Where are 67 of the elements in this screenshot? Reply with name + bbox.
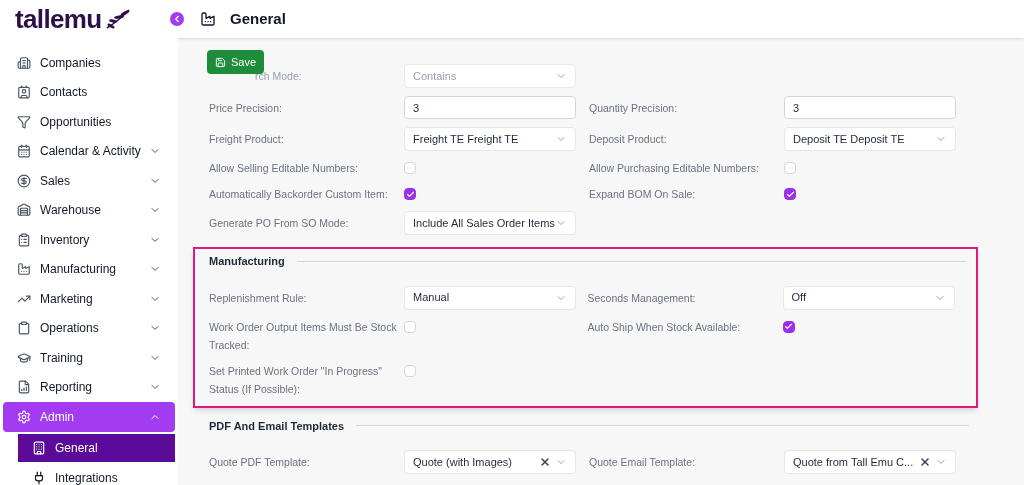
- gear-icon: [17, 409, 31, 424]
- chevron-left-icon: [172, 14, 182, 24]
- field-label: Freight Product:: [209, 132, 285, 147]
- clipboard-icon: [17, 321, 31, 336]
- nav-item[interactable]: Warehouse: [3, 195, 175, 225]
- nav-item[interactable]: Marketing: [3, 284, 175, 314]
- nav-item[interactable]: Contacts: [3, 77, 175, 107]
- logo-text: tallemu: [15, 6, 102, 32]
- filter-icon: [17, 114, 31, 129]
- clear-icon[interactable]: [539, 456, 551, 468]
- field-label: Quantity Precision:: [589, 101, 679, 116]
- nav-subitem[interactable]: Integrations: [18, 463, 175, 485]
- field-label: Quote Email Template:: [589, 455, 697, 470]
- factory-icon: [17, 262, 31, 277]
- save-button[interactable]: Save: [207, 50, 265, 74]
- clear-icon[interactable]: [919, 456, 931, 468]
- graduation-cap-icon: [17, 350, 31, 365]
- list-icon: [17, 232, 31, 247]
- field-label: Automatically Backorder Custom Item:: [209, 187, 389, 202]
- checkbox[interactable]: [784, 188, 796, 200]
- text-field[interactable]: 3: [784, 96, 956, 119]
- dropdown[interactable]: Quote from Tall Emu C...: [784, 450, 956, 474]
- nav-item[interactable]: Companies: [3, 48, 175, 78]
- dollar-icon: [17, 173, 31, 188]
- field-label: Generate PO From SO Mode:: [209, 216, 350, 231]
- dropdown[interactable]: Manual: [404, 285, 576, 310]
- field-label: Expand BOM On Sale:: [589, 187, 697, 202]
- nav-item[interactable]: Admin: [3, 402, 175, 432]
- field-label: Seconds Management:: [587, 290, 697, 306]
- nav-subitem[interactable]: General: [18, 433, 175, 462]
- nav-item[interactable]: Manufacturing: [3, 254, 175, 284]
- field-label: Allow Selling Editable Numbers:: [209, 161, 359, 176]
- nav-item[interactable]: Reporting: [3, 372, 175, 402]
- nav-item[interactable]: Opportunities: [3, 107, 175, 137]
- section-title: PDF And Email Templates: [209, 418, 345, 434]
- field-label: Replenishment Rule:: [209, 290, 308, 306]
- page-title: General: [230, 8, 286, 29]
- field-label: Work Order Output Items Must Be Stock Tracked:: [209, 319, 398, 353]
- nav-item[interactable]: Inventory: [3, 225, 175, 255]
- checkbox[interactable]: [782, 320, 795, 333]
- report-icon: [17, 380, 31, 395]
- nav-item[interactable]: Training: [3, 343, 175, 373]
- building-icon: [32, 440, 46, 455]
- dropdown[interactable]: Include All Sales Order Items: [404, 211, 576, 235]
- checkbox[interactable]: [404, 188, 416, 200]
- calendar-icon: [17, 144, 31, 159]
- nav-item[interactable]: Calendar & Activity: [3, 136, 175, 166]
- field-label: Auto Ship When Stock Available:: [587, 319, 742, 335]
- field-label: Deposit Product:: [589, 132, 668, 147]
- dropdown[interactable]: Freight TE Freight TE: [404, 127, 576, 151]
- warehouse-icon: [17, 203, 31, 218]
- field-label: Quote PDF Template:: [209, 455, 311, 470]
- nav-item[interactable]: Operations: [3, 313, 175, 343]
- field-label: Set Printed Work Order "In Progress" Status (If Possible):: [209, 363, 383, 397]
- field-label: Price Precision:: [209, 101, 283, 116]
- factory-icon: [200, 11, 216, 27]
- text-field[interactable]: 3: [404, 96, 576, 119]
- contact-card-icon: [17, 85, 31, 100]
- building-icon: [17, 55, 31, 70]
- section-title: Manufacturing: [209, 254, 285, 269]
- dropdown[interactable]: Deposit TE Deposit TE: [784, 127, 956, 151]
- dropdown[interactable]: Quote (with Images): [404, 450, 576, 474]
- dropdown[interactable]: Off: [782, 285, 955, 310]
- plug-icon: [32, 470, 46, 485]
- collapse-sidebar-button[interactable]: [170, 12, 184, 26]
- field-label: Allow Purchasing Editable Numbers:: [589, 161, 760, 176]
- nav-item[interactable]: Sales: [3, 166, 175, 196]
